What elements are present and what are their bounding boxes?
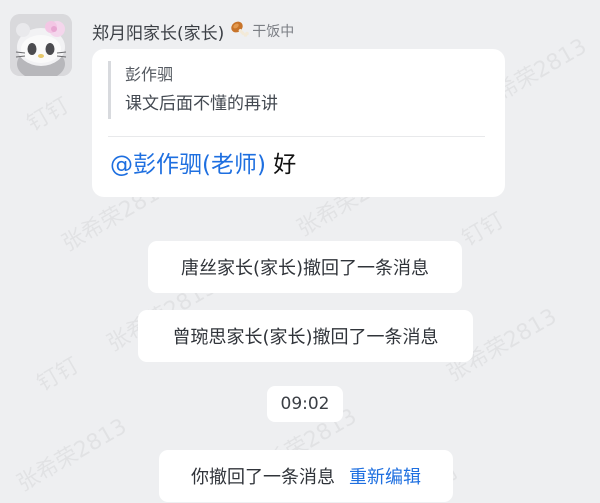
watermark-name: 张希荣2813: [13, 414, 132, 497]
message-bubble[interactable]: 彭作驷 课文后面不懂的再讲 @彭作驷(老师) 好: [92, 49, 505, 197]
system-message: 曾琬思家长(家长)撤回了一条消息: [138, 310, 473, 362]
hello-kitty-avatar-image: [10, 14, 72, 76]
re-edit-link[interactable]: 重新编辑: [349, 463, 421, 489]
status-text: 干饭中: [252, 24, 295, 40]
quote-author: 彭作驷: [125, 65, 174, 84]
sender-name[interactable]: 郑月阳家长(家长): [92, 19, 224, 44]
mention-link[interactable]: @彭作驷(老师): [110, 152, 266, 178]
sender-header: 郑月阳家长(家长) 干饭中: [92, 18, 294, 44]
quote-text: 课文后面不懂的再讲: [125, 94, 278, 114]
watermark-app: 钉钉: [33, 353, 84, 397]
watermark-app: 钉钉: [458, 208, 509, 252]
reply-text: 好: [273, 152, 297, 178]
self-recall-notice: 你撤回了一条消息 重新编辑: [159, 450, 453, 502]
quote-divider: [108, 136, 485, 137]
reply-content: @彭作驷(老师) 好: [110, 150, 296, 180]
sender-status: 干饭中: [230, 19, 294, 43]
avatar[interactable]: [10, 14, 72, 76]
drumstick-icon: [230, 19, 250, 43]
watermark-app: 钉钉: [23, 93, 74, 137]
system-message: 唐丝家长(家长)撤回了一条消息: [148, 241, 462, 293]
self-recall-text: 你撤回了一条消息: [191, 467, 335, 488]
timestamp: 09:02: [267, 386, 343, 422]
quoted-message[interactable]: 彭作驷 课文后面不懂的再讲: [108, 61, 278, 119]
